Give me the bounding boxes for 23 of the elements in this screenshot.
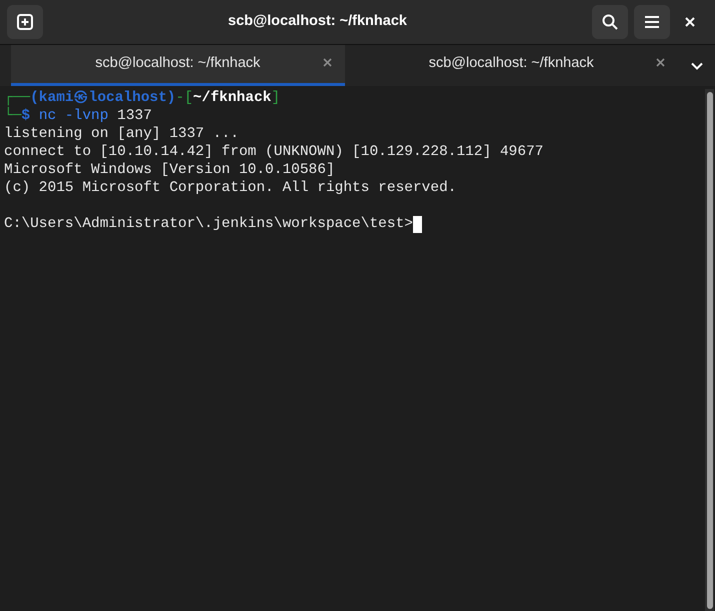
chevron-icon (690, 62, 702, 70)
terminal-line: Microsoft Windows [Version 10.0.10586] (4, 161, 335, 179)
tab[interactable]: scb@localhost: ~/fknhack (11, 45, 344, 86)
tab-label: scb@localhost: ~/fknhack (428, 54, 594, 74)
terminal-line: (c) 2015 Microsoft Corporation. All rights reserved. (4, 179, 456, 197)
terminal-line: connect to [10.10.14.42] from (UNKNOWN) [10.129.228.112] 49677 (4, 143, 544, 161)
search-icon (602, 14, 618, 30)
tab-close-icon[interactable] (322, 58, 332, 67)
menu-button[interactable] (634, 5, 670, 39)
scrollbar[interactable] (705, 89, 714, 611)
terminal-line: ┌──(kami㉿localhost)-[~/fknhack] (4, 89, 280, 106)
tab-label: scb@localhost: ~/fknhack (95, 54, 260, 74)
window-title: scb@localhost: ~/fknhack (228, 12, 407, 32)
terminal-line: └─$ nc -lvnp 1337 (4, 107, 152, 125)
search-button[interactable] (592, 5, 628, 39)
tab-close-icon[interactable] (656, 58, 665, 67)
close-icon (685, 17, 695, 27)
new-tab-icon (17, 14, 33, 30)
new-tab-button[interactable] (7, 5, 43, 39)
cursor (412, 216, 422, 232)
menu-icon (644, 15, 660, 29)
terminal-line: C:\Users\Administrator\.jenkins\workspace\test> (4, 215, 413, 233)
terminal-line: listening on [any] 1337 ... (4, 125, 239, 143)
